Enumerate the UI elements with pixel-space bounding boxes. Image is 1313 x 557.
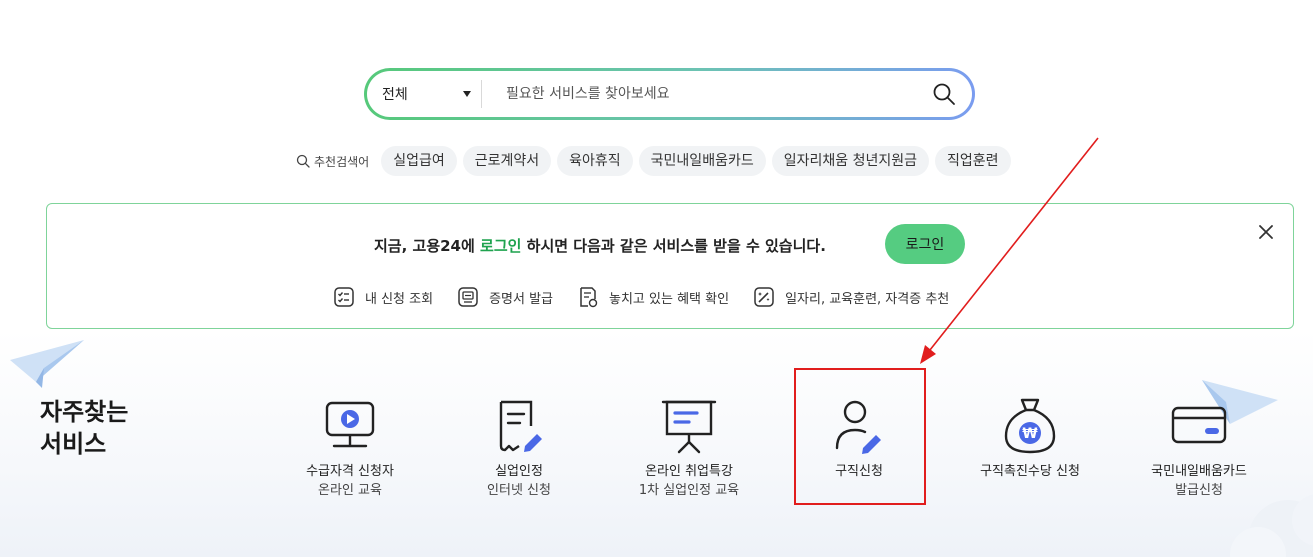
annotation-highlight-box	[794, 368, 926, 505]
service-label: 일자리, 교육훈련, 자격증 추천	[785, 291, 950, 307]
search-bar: 전체	[364, 68, 975, 120]
presentation-board-icon	[661, 400, 717, 454]
magic-wand-icon	[754, 287, 774, 307]
frequent-title-line2: 서비스	[40, 430, 107, 458]
checklist-icon	[334, 287, 354, 307]
quick-job-allowance[interactable]: ₩ 구직촉진수당 신청	[955, 396, 1105, 481]
keyword-tag[interactable]: 근로계약서	[462, 146, 552, 176]
search-icon[interactable]	[932, 82, 956, 106]
quick-sublabel: 1차 실업인정 교육	[638, 483, 740, 498]
document-check-icon	[580, 287, 598, 308]
video-lecture-icon	[325, 401, 375, 448]
quick-online-lecture[interactable]: 온라인 취업특강 1차 실업인정 교육	[614, 396, 764, 500]
login-banner: 지금, 고용24에 로그인 하시면 다음과 같은 서비스를 받을 수 있습니다.…	[46, 203, 1294, 329]
quick-learning-card[interactable]: 국민내일배움카드 발급신청	[1124, 396, 1274, 500]
recommended-label-text: 추천검색어	[314, 154, 370, 169]
quick-label: 국민내일배움카드	[1151, 464, 1247, 479]
search-scope-label: 전체	[382, 87, 408, 103]
quick-label: 수급자격 신청자	[306, 464, 394, 479]
banner-message: 지금, 고용24에 로그인 하시면 다음과 같은 서비스를 받을 수 있습니다.	[374, 235, 826, 256]
quick-label: 온라인 취업특강	[645, 464, 733, 479]
service-recommendation[interactable]: 일자리, 교육훈련, 자격증 추천	[753, 286, 949, 308]
search-input[interactable]	[482, 71, 902, 117]
paper-plane-icon	[10, 340, 84, 388]
quick-online-education[interactable]: 수급자격 신청자 온라인 교육	[275, 396, 425, 500]
quick-label: 구직촉진수당 신청	[980, 464, 1080, 479]
banner-login-link[interactable]: 로그인	[480, 237, 521, 255]
quick-unemployment-certification[interactable]: 실업인정 인터넷 신청	[444, 396, 594, 500]
caret-down-icon	[463, 91, 471, 97]
quick-sublabel: 온라인 교육	[318, 483, 382, 498]
search-small-icon	[296, 154, 310, 168]
banner-msg-post: 하시면 다음과 같은 서비스를 받을 수 있습니다.	[521, 237, 826, 255]
certificate-icon	[458, 287, 478, 307]
close-icon[interactable]	[1257, 223, 1275, 241]
search-inner: 전체	[367, 71, 972, 117]
keyword-tag[interactable]: 일자리채움 청년지원금	[771, 146, 929, 176]
quick-sublabel: 발급신청	[1175, 483, 1223, 498]
service-label: 증명서 발급	[489, 291, 554, 307]
service-label: 놓치고 있는 혜택 확인	[609, 291, 730, 307]
banner-msg-pre: 지금, 고용24에	[374, 237, 481, 255]
quick-sublabel: 인터넷 신청	[487, 483, 551, 498]
keyword-tag[interactable]: 직업훈련	[934, 146, 1011, 176]
frequent-title-line1: 자주찾는	[40, 398, 129, 426]
banner-services: 내 신청 조회 증명서 발급 놓치고 있는 혜택 확인 일자리, 교육훈련, 자…	[333, 286, 973, 308]
frequent-services-title: 자주찾는 서비스	[40, 396, 160, 460]
service-my-applications[interactable]: 내 신청 조회	[333, 286, 433, 308]
credit-card-icon	[1171, 406, 1227, 444]
search-scope-select[interactable]: 전체	[367, 71, 481, 117]
document-edit-icon	[499, 400, 542, 452]
service-benefits[interactable]: 놓치고 있는 혜택 확인	[577, 286, 729, 308]
svg-text:₩: ₩	[1022, 426, 1038, 442]
recommended-keywords: 추천검색어 실업급여 근로계약서 육아휴직 국민내일배움카드 일자리채움 청년지…	[296, 145, 1017, 177]
service-label: 내 신청 조회	[365, 291, 434, 307]
quick-label: 실업인정	[495, 464, 543, 479]
service-certificate[interactable]: 증명서 발급	[457, 286, 553, 308]
recommended-label: 추천검색어	[296, 153, 369, 170]
login-button[interactable]: 로그인	[885, 224, 965, 264]
money-bag-icon: ₩	[1004, 398, 1056, 454]
keyword-tag[interactable]: 육아휴직	[557, 146, 633, 176]
keyword-tag[interactable]: 실업급여	[381, 146, 457, 176]
keyword-tag[interactable]: 국민내일배움카드	[638, 146, 766, 176]
